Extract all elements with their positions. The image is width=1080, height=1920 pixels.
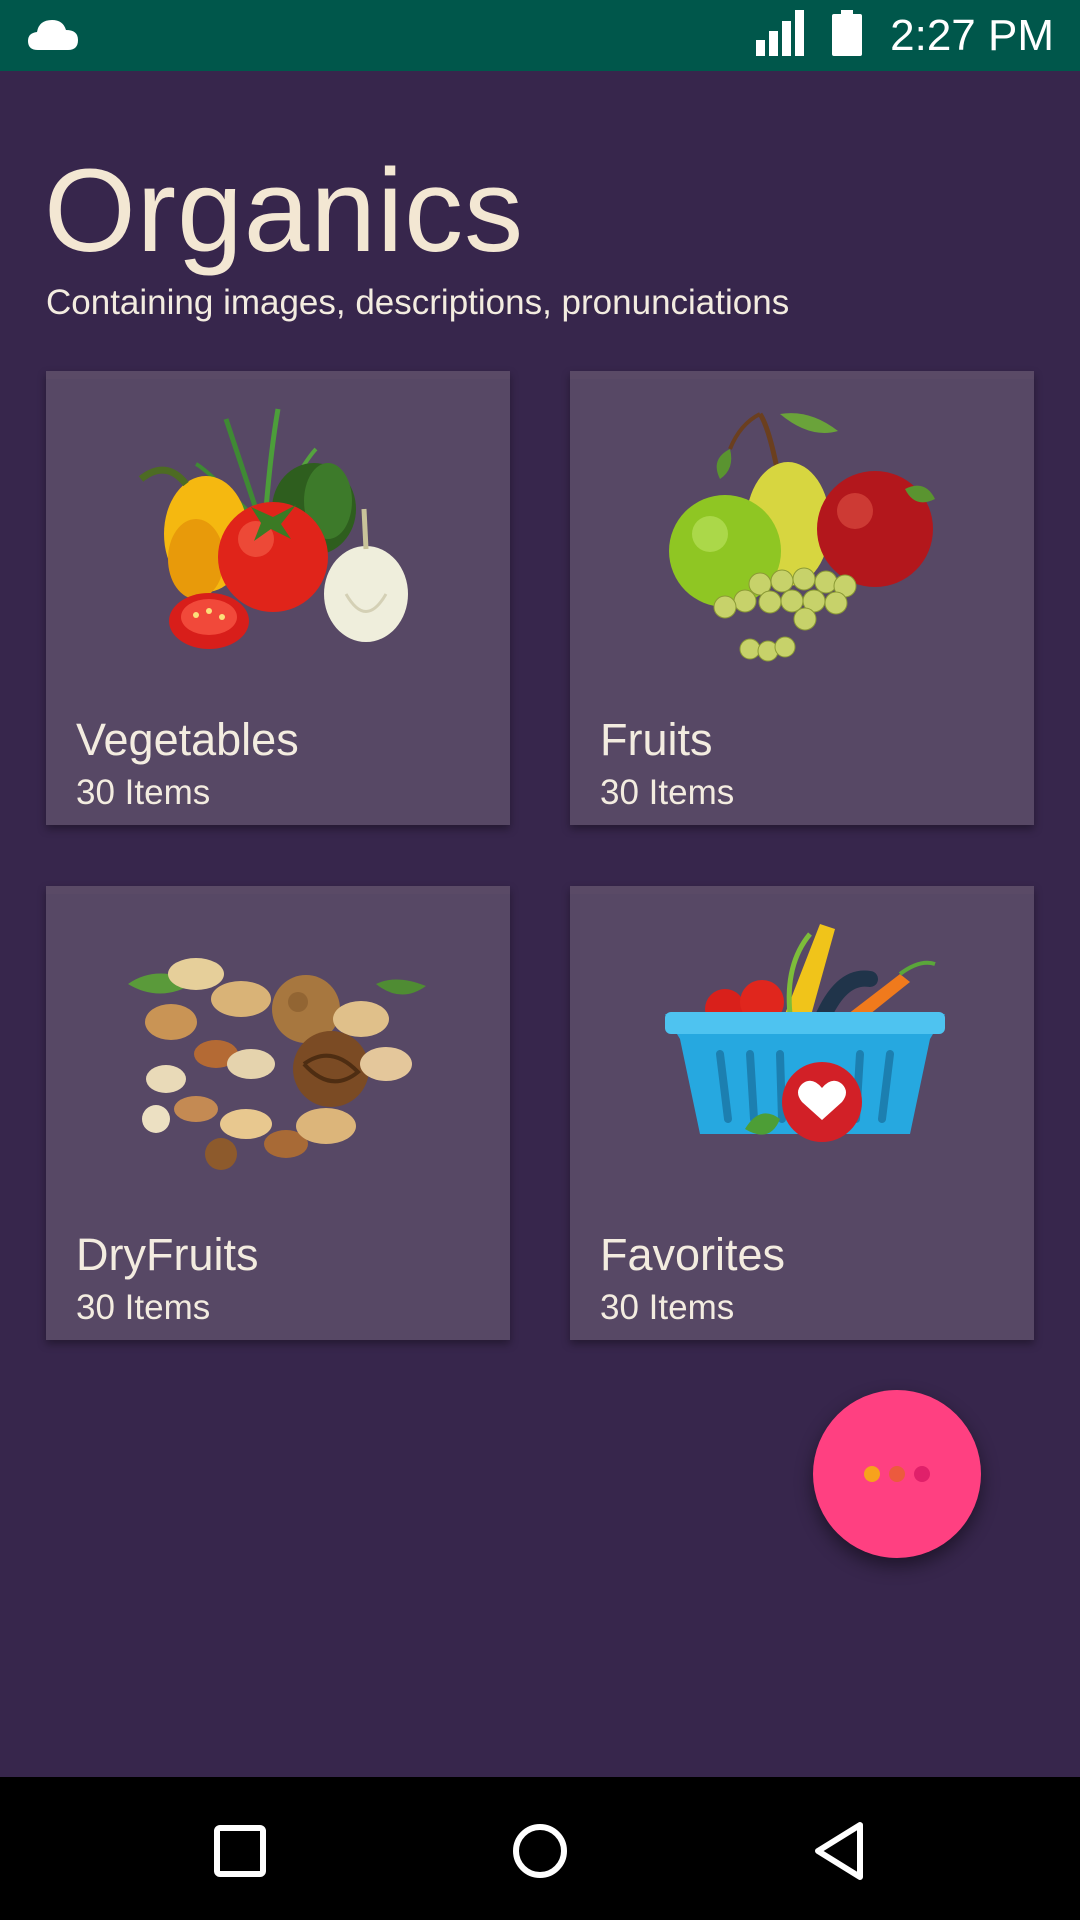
- navigation-bar: [0, 1777, 1080, 1920]
- vegetables-image: [138, 408, 408, 649]
- status-time: 2:27 PM: [890, 10, 1054, 60]
- category-card-vegetables[interactable]: Vegetables 30 Items: [46, 371, 510, 825]
- category-title: Vegetables: [76, 714, 299, 765]
- more-dots-icon: [864, 1466, 880, 1482]
- fruits-image: [669, 412, 935, 662]
- category-count: 30 Items: [600, 773, 735, 812]
- battery-icon: [832, 10, 863, 61]
- more-dots-icon: [889, 1466, 905, 1482]
- dryfruits-image: [128, 958, 426, 1170]
- home-circle-icon[interactable]: [500, 1811, 580, 1891]
- category-count: 30 Items: [76, 1288, 211, 1327]
- recents-square-icon[interactable]: [200, 1811, 280, 1891]
- page-title: Organics: [44, 145, 525, 277]
- category-card-favorites[interactable]: Favorites 30 Items: [570, 886, 1034, 1340]
- cloud-icon: [26, 14, 80, 59]
- page-subtitle: Containing images, descriptions, pronunc…: [46, 283, 790, 322]
- signal-icon: [756, 10, 805, 61]
- category-title: Fruits: [600, 714, 713, 765]
- category-count: 30 Items: [76, 773, 211, 812]
- category-title: Favorites: [600, 1229, 786, 1280]
- status-bar: 2:27 PM: [0, 0, 1080, 71]
- main-content: Organics Containing images, descriptions…: [0, 71, 1080, 1777]
- favorites-basket-image: [665, 924, 945, 1142]
- category-card-dryfruits[interactable]: DryFruits 30 Items: [46, 886, 510, 1340]
- category-card-fruits[interactable]: Fruits 30 Items: [570, 371, 1034, 825]
- more-dots-icon: [914, 1466, 930, 1482]
- more-options-fab[interactable]: [813, 1390, 981, 1558]
- back-triangle-icon[interactable]: [800, 1811, 880, 1891]
- category-title: DryFruits: [76, 1229, 259, 1280]
- category-count: 30 Items: [600, 1288, 735, 1327]
